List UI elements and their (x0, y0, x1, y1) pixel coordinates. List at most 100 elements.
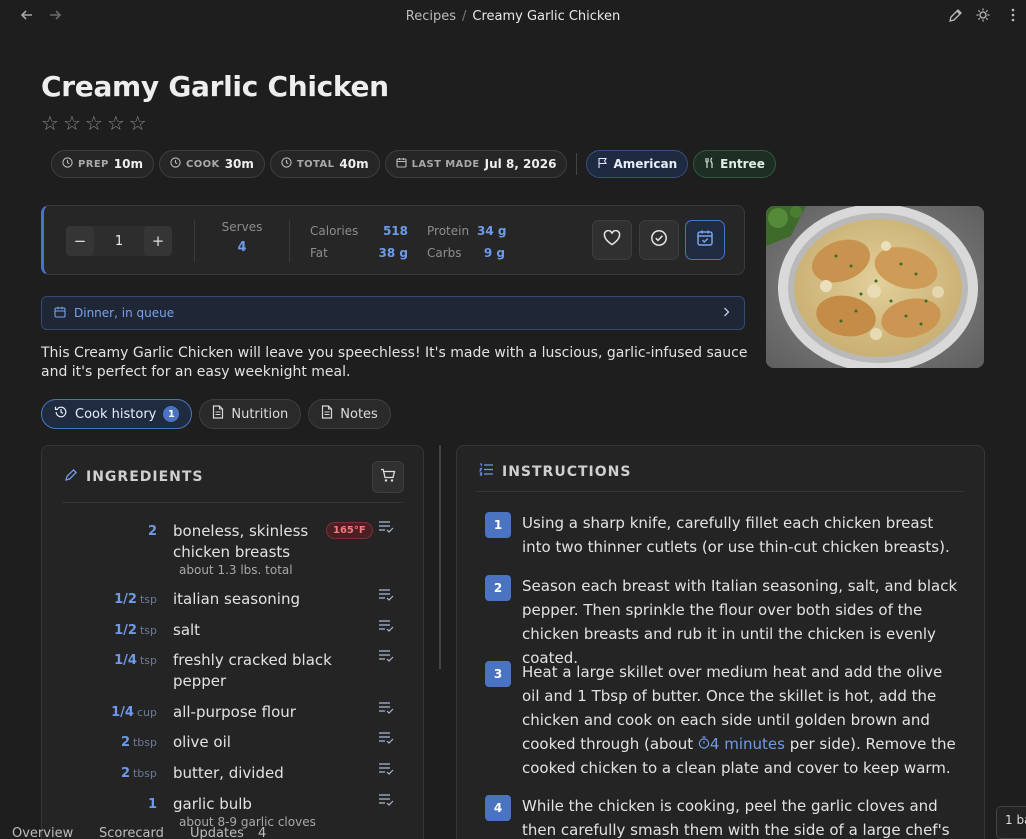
queue-label: Dinner, in queue (74, 306, 175, 320)
ingredient-name: freshly cracked black pepper (173, 651, 332, 690)
increase-button[interactable]: + (144, 226, 172, 256)
substitute-list-icon[interactable] (378, 701, 394, 719)
utensils-icon (704, 157, 715, 172)
amount-value: 2 (120, 735, 130, 750)
substitute-list-icon[interactable] (378, 762, 394, 780)
protein-value: 34 g (477, 224, 507, 238)
amount-unit: tsp (139, 593, 157, 606)
calories-label: Calories (310, 224, 359, 238)
ingredient-amount: 1/4 cup (111, 705, 157, 720)
serves-block: Serves 4 (214, 220, 270, 255)
substitute-list-icon[interactable] (378, 619, 394, 637)
bottom-tab-updates[interactable]: Updates (190, 826, 244, 839)
step-text: While the chicken is cooking, peel the g… (522, 797, 950, 839)
substitute-list-icon[interactable] (378, 520, 394, 538)
check-circle-icon (650, 229, 668, 251)
prep-value: 10m (113, 157, 143, 171)
bottom-tab-overview[interactable]: Overview (12, 826, 73, 839)
last-made-value: Jul 8, 2026 (484, 157, 557, 171)
tab-cook-history-label: Cook history (75, 406, 157, 422)
tab-nutrition[interactable]: Nutrition (199, 399, 302, 429)
calendar-check-icon (696, 229, 714, 251)
bottom-tab-scorecard[interactable]: Scorecard (99, 826, 164, 839)
serves-value: 4 (237, 240, 247, 255)
pencil-icon (64, 468, 78, 486)
substitute-list-icon[interactable] (378, 731, 394, 749)
last-made-pill: LAST MADE Jul 8, 2026 (384, 150, 568, 178)
top-bar: Recipes / Creamy Garlic Chicken (0, 0, 1026, 34)
chevron-right-icon (723, 306, 730, 320)
clock-icon (170, 157, 181, 171)
add-to-cart-button[interactable] (372, 461, 404, 493)
panel-divider (477, 491, 964, 492)
step-timer[interactable]: 4 minutes (698, 735, 785, 753)
step-text: Season each breast with Italian seasonin… (522, 577, 958, 667)
rating-star-icon[interactable]: ☆ (107, 112, 125, 134)
fat-label: Fat (310, 246, 328, 260)
amount-unit: tsp (139, 624, 157, 637)
meal-queue-bar[interactable]: Dinner, in queue (41, 296, 745, 330)
recipe-description: This Creamy Garlic Chicken will leave yo… (41, 345, 748, 380)
app-root: Recipes / Creamy Garlic Chicken Creamy Gar… (0, 0, 1026, 839)
theme-sun-icon[interactable] (974, 8, 992, 26)
quantity-stepper: − 1 + (66, 226, 172, 256)
calendar-icon (396, 157, 407, 171)
cuisine-tag[interactable]: American (586, 150, 689, 178)
rating-stars: ☆ ☆ ☆ ☆ ☆ (41, 112, 147, 134)
breadcrumb-recipes[interactable]: Recipes (406, 9, 456, 24)
course-tag[interactable]: Entree (693, 150, 776, 178)
ingredient-amount: 2 tbsp (121, 766, 157, 781)
card-divider (194, 220, 195, 262)
substitute-list-icon[interactable] (378, 793, 394, 811)
nutrition-summary: Calories 518 Protein 34 g Fat 38 g Carbs… (310, 220, 506, 264)
recipe-photo (766, 206, 984, 368)
calories-value: 518 (382, 224, 408, 238)
clock-icon (281, 157, 292, 171)
step-number: 2 (485, 575, 511, 601)
favorite-button[interactable] (592, 220, 632, 260)
tab-notes[interactable]: Notes (308, 399, 391, 429)
rating-star-icon[interactable]: ☆ (129, 112, 147, 134)
cook-value: 30m (224, 157, 254, 171)
decrease-button[interactable]: − (66, 226, 94, 256)
cart-icon (380, 468, 396, 487)
amount-value: 1/4 (114, 653, 137, 668)
ingredient-name: butter, divided (173, 764, 284, 782)
instructions-title: INSTRUCTIONS (502, 463, 632, 480)
more-vertical-icon[interactable] (1004, 8, 1022, 26)
ingredients-header: INGREDIENTS (64, 468, 204, 486)
ingredient-note: about 1.3 lbs. total (179, 563, 293, 577)
total-time-pill: TOTAL 40m (269, 150, 380, 178)
tab-nutrition-label: Nutrition (231, 406, 289, 422)
schedule-button[interactable] (685, 220, 725, 260)
rating-star-icon[interactable]: ☆ (41, 112, 59, 134)
mark-cooked-button[interactable] (639, 220, 679, 260)
ingredient-name: olive oil (173, 733, 231, 751)
amount-unit: cup (136, 706, 157, 719)
carbs-value: 9 g (483, 246, 505, 260)
numbered-list-icon (478, 463, 494, 480)
amount-value: 1/2 (114, 592, 137, 607)
amount-unit: tbsp (132, 767, 157, 780)
edit-pencil-icon[interactable] (946, 8, 964, 26)
amount-unit: tsp (139, 654, 157, 667)
tab-cook-history[interactable]: Cook history 1 (41, 399, 193, 429)
breadcrumb-separator: / (461, 9, 467, 24)
rating-star-icon[interactable]: ☆ (85, 112, 103, 134)
corner-popup[interactable]: 1 ba (996, 806, 1026, 839)
ingredient-amount: 1/4 tsp (114, 653, 157, 668)
column-resize-handle[interactable] (439, 445, 441, 669)
timer-icon (698, 735, 710, 753)
amount-unit: tbsp (132, 736, 157, 749)
quantity-value[interactable]: 1 (94, 226, 144, 256)
servings-nutrition-card: − 1 + Serves 4 Calories 518 Protein 34 g… (41, 205, 745, 275)
amount-value: 2 (147, 524, 157, 539)
breadcrumb: Recipes / Creamy Garlic Chicken (0, 9, 1026, 24)
instructions-header: INSTRUCTIONS (478, 463, 632, 480)
card-divider (289, 220, 290, 262)
bottom-tab-strip: Overview Scorecard Updates 4 (0, 826, 330, 839)
substitute-list-icon[interactable] (378, 649, 394, 667)
rating-star-icon[interactable]: ☆ (63, 112, 81, 134)
recipe-tabs: Cook history 1 Nutrition Notes (41, 399, 391, 429)
substitute-list-icon[interactable] (378, 588, 394, 606)
